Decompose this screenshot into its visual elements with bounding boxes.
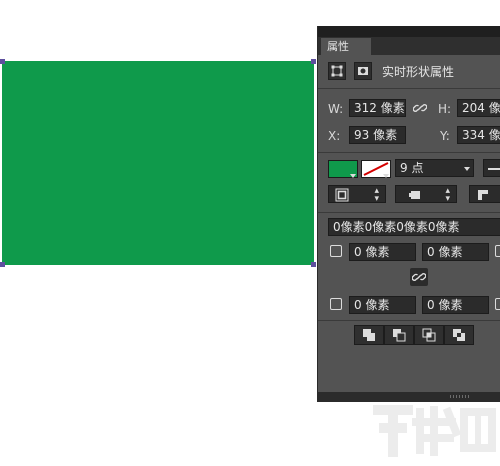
stroke-cap-dropdown[interactable]: ▴ ▾ — [395, 185, 457, 204]
stroke-width-field[interactable]: 9 点 — [395, 159, 474, 177]
corner-bl-icon — [330, 298, 342, 310]
panel-header: 属性 — [318, 26, 500, 55]
stroke-align-dropdown[interactable]: ▴ ▾ — [328, 185, 386, 204]
corner-br-icon — [495, 298, 500, 310]
corner-tl-field[interactable]: 0 像素 — [349, 243, 416, 261]
corner-tr-icon — [495, 245, 500, 257]
corner-bl-field[interactable]: 0 像素 — [349, 296, 416, 314]
stroke-width-dropdown-icon[interactable] — [464, 167, 470, 171]
combine-shapes-icon[interactable] — [354, 325, 384, 345]
exclude-overlap-icon[interactable] — [444, 325, 474, 345]
stroke-type-dropdown[interactable] — [483, 159, 500, 177]
resize-handle-top-left[interactable] — [0, 59, 5, 64]
stroke-dropdown-icon[interactable] — [383, 174, 389, 178]
stepper-icon: ▴ ▾ — [445, 186, 450, 204]
stroke-join-dropdown[interactable] — [469, 185, 500, 203]
properties-panel: 属性 实时形状属性 W: 312 像素 H: 204 像 X: 93 像素 Y:… — [317, 26, 500, 402]
divider — [318, 212, 500, 213]
resize-handle-top-right[interactable] — [311, 59, 316, 64]
shape-transform-icon[interactable] — [328, 62, 346, 80]
divider — [318, 320, 500, 321]
height-label: H: — [438, 102, 452, 116]
resize-handle-bottom-right[interactable] — [311, 262, 316, 267]
stepper-icon: ▴ ▾ — [374, 186, 379, 204]
live-shape-header: 实时形状属性 — [328, 62, 454, 80]
mask-icon[interactable] — [354, 62, 372, 80]
x-label: X: — [328, 129, 341, 143]
intersect-shapes-icon[interactable] — [414, 325, 444, 345]
fill-dropdown-icon[interactable] — [350, 174, 356, 178]
path-operations — [354, 325, 474, 345]
rectangle-shape[interactable] — [0, 59, 316, 267]
link-icon[interactable] — [411, 99, 429, 117]
y-label: Y: — [440, 129, 450, 143]
divider — [318, 88, 500, 89]
height-field[interactable]: 204 像素 — [457, 99, 500, 117]
corner-tr-field[interactable]: 0 像素 — [422, 243, 489, 261]
divider — [318, 152, 500, 153]
resize-handle-bottom-left[interactable] — [0, 262, 5, 267]
corner-br-field[interactable]: 0 像素 — [422, 296, 489, 314]
panel-title-bar[interactable] — [318, 26, 500, 37]
y-field[interactable]: 334 像素 — [457, 126, 500, 144]
subtract-front-icon[interactable] — [384, 325, 414, 345]
width-label: W: — [328, 102, 344, 116]
x-field[interactable]: 93 像素 — [349, 126, 406, 144]
width-field[interactable]: 312 像素 — [349, 99, 406, 117]
link-corners-icon[interactable] — [410, 268, 428, 286]
corner-radius-all-field[interactable]: 0像素0像素0像素0像素 — [328, 218, 500, 236]
corner-tl-icon — [330, 245, 342, 257]
watermark-logo — [360, 392, 500, 462]
tab-properties[interactable]: 属性 — [321, 38, 371, 55]
live-shape-title: 实时形状属性 — [382, 64, 455, 79]
